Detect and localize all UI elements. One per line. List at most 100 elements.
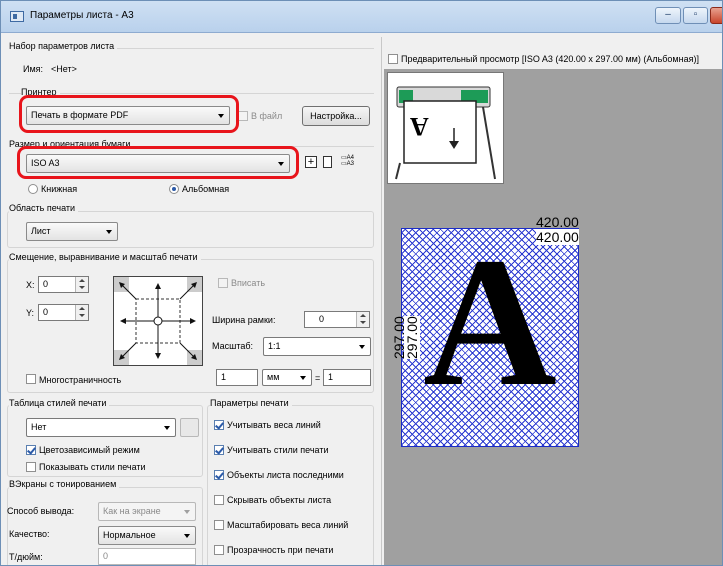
edit-style-icon[interactable] [180,418,199,437]
divider [9,93,374,94]
lineweights-label: Учитывать веса линий [227,420,321,430]
chevron-down-icon [164,426,170,430]
plot-style-group-label: Таблица стилей печати [9,398,110,408]
color-dependent-checkbox[interactable] [26,445,36,455]
y-offset-value: 0 [43,307,49,317]
multipage-checkbox[interactable] [26,374,36,384]
x-label: X: [26,280,35,290]
width-dimension-inner: 420.00 [536,229,579,245]
highlight-ring [17,146,299,179]
alignment-arrows-icon [114,277,202,365]
y-offset-input[interactable]: 0 [38,304,89,321]
ratio-unit-select[interactable]: мм [262,369,312,386]
spinner-icon[interactable] [75,277,88,292]
page-icon[interactable] [323,156,332,168]
show-styles-label: Показывать стили печати [39,462,146,472]
x-offset-input[interactable]: 0 [38,276,89,293]
paper-format-icon[interactable]: ▭A4 ▭A3 [341,155,355,169]
printer-settings-button[interactable]: Настройка... [302,106,370,126]
ratio-left-value: 1 [221,372,227,382]
name-value: <Нет> [51,64,77,74]
landscape-label: Альбомная [182,184,230,194]
lineweights-checkbox[interactable] [214,420,224,430]
to-file-label: В файл [251,111,283,121]
highlight-ring [19,95,239,133]
y-label: Y: [26,308,35,318]
hide-objects-label: Скрывать объекты листа [227,495,332,505]
margin-value: 0 [319,314,325,324]
add-paper-icon[interactable]: + [305,156,317,168]
quality-value: Нормальное [103,530,156,540]
ratio-unit-value: мм [267,372,280,382]
scale-lineweights-checkbox[interactable] [214,520,224,530]
scale-value: 1:1 [268,341,281,351]
margin-label: Ширина рамки: [212,315,276,325]
plot-styles-checkbox[interactable] [214,445,224,455]
dpi-value: 0 [103,551,109,561]
plot-options-group-label: Параметры печати [210,398,292,408]
fit-label: Вписать [231,278,266,288]
margin-input[interactable]: 0 [304,311,370,328]
transparency-label: Прозрачность при печати [227,545,334,555]
portrait-radio[interactable] [28,184,38,194]
chevron-down-icon [184,534,190,538]
quality-label: Качество: [9,529,50,539]
transparency-checkbox[interactable] [214,545,224,555]
quality-select[interactable]: Нормальное [98,526,196,545]
portrait-label: Книжная [41,184,78,194]
panel-divider [381,37,382,565]
maximize-button[interactable]: ▫ [683,7,708,24]
plot-style-value: Нет [31,422,47,432]
title-bar[interactable]: Параметры листа - A3 ‒ ▫ x [1,1,722,33]
plot-area-select[interactable]: Лист [26,222,118,241]
scale-select[interactable]: 1:1 [263,337,371,356]
dpi-label: Т/дюйм: [9,552,43,562]
shaded-group-label: ВЭкраны с тонированием [9,479,120,489]
plot-area-value: Лист [31,226,51,236]
preview-label: Предварительный просмотр [ISO A3 (420.00… [401,54,699,64]
scale-lineweights-label: Масштабировать веса линий [227,520,349,530]
preview-checkbox[interactable] [388,54,398,64]
height-dimension-inner: 297.00 [404,316,420,359]
page-setup-group-label: Набор параметров листа [9,41,118,51]
chevron-down-icon [106,230,112,234]
spinner-icon[interactable] [356,312,369,327]
color-dependent-label: Цветозависимый режим [39,445,140,455]
alignment-grid[interactable] [113,276,203,366]
landscape-radio[interactable] [169,184,179,194]
output-label: Способ вывода: [7,506,75,516]
output-select[interactable]: Как на экране [98,502,196,521]
plotter-icon [395,86,496,180]
plot-area-group-label: Область печати [9,203,79,213]
multipage-label: Многостраничность [39,375,122,385]
name-label: Имя: [23,64,44,74]
width-dimension-outer: 420.00 [536,214,579,230]
dpi-input[interactable]: 0 [98,548,196,565]
show-styles-checkbox[interactable] [26,462,36,472]
scale-label: Масштаб: [212,341,254,351]
output-value: Как на экране [103,506,161,516]
offset-group-label: Смещение, выравнивание и масштаб печати [9,252,201,262]
fit-checkbox[interactable] [218,278,228,288]
window-title: Параметры листа - A3 [30,10,134,21]
spinner-icon[interactable] [75,305,88,320]
hide-objects-checkbox[interactable] [214,495,224,505]
plot-styles-label: Учитывать стили печати [227,445,329,455]
chevron-down-icon [359,345,365,349]
minimize-button[interactable]: ‒ [655,7,681,24]
plotter-icon-letter: A [410,112,429,141]
ratio-left-input[interactable]: 1 [216,369,258,386]
ratio-right-value: 1 [328,372,334,382]
app-icon [10,11,24,22]
chevron-down-icon [184,510,190,514]
x-offset-value: 0 [43,279,49,289]
plot-style-select[interactable]: Нет [26,418,176,437]
paperspace-last-checkbox[interactable] [214,470,224,480]
close-button[interactable]: x [710,7,722,24]
to-file-checkbox[interactable] [238,111,248,121]
ratio-right-input[interactable]: 1 [323,369,371,386]
ratio-equals: = [315,373,321,383]
paperspace-last-label: Объекты листа последними [227,470,344,480]
plotter-icon-box: A [387,72,504,184]
page-setup-dialog: Параметры листа - A3 ‒ ▫ x Набор парамет… [0,0,723,566]
